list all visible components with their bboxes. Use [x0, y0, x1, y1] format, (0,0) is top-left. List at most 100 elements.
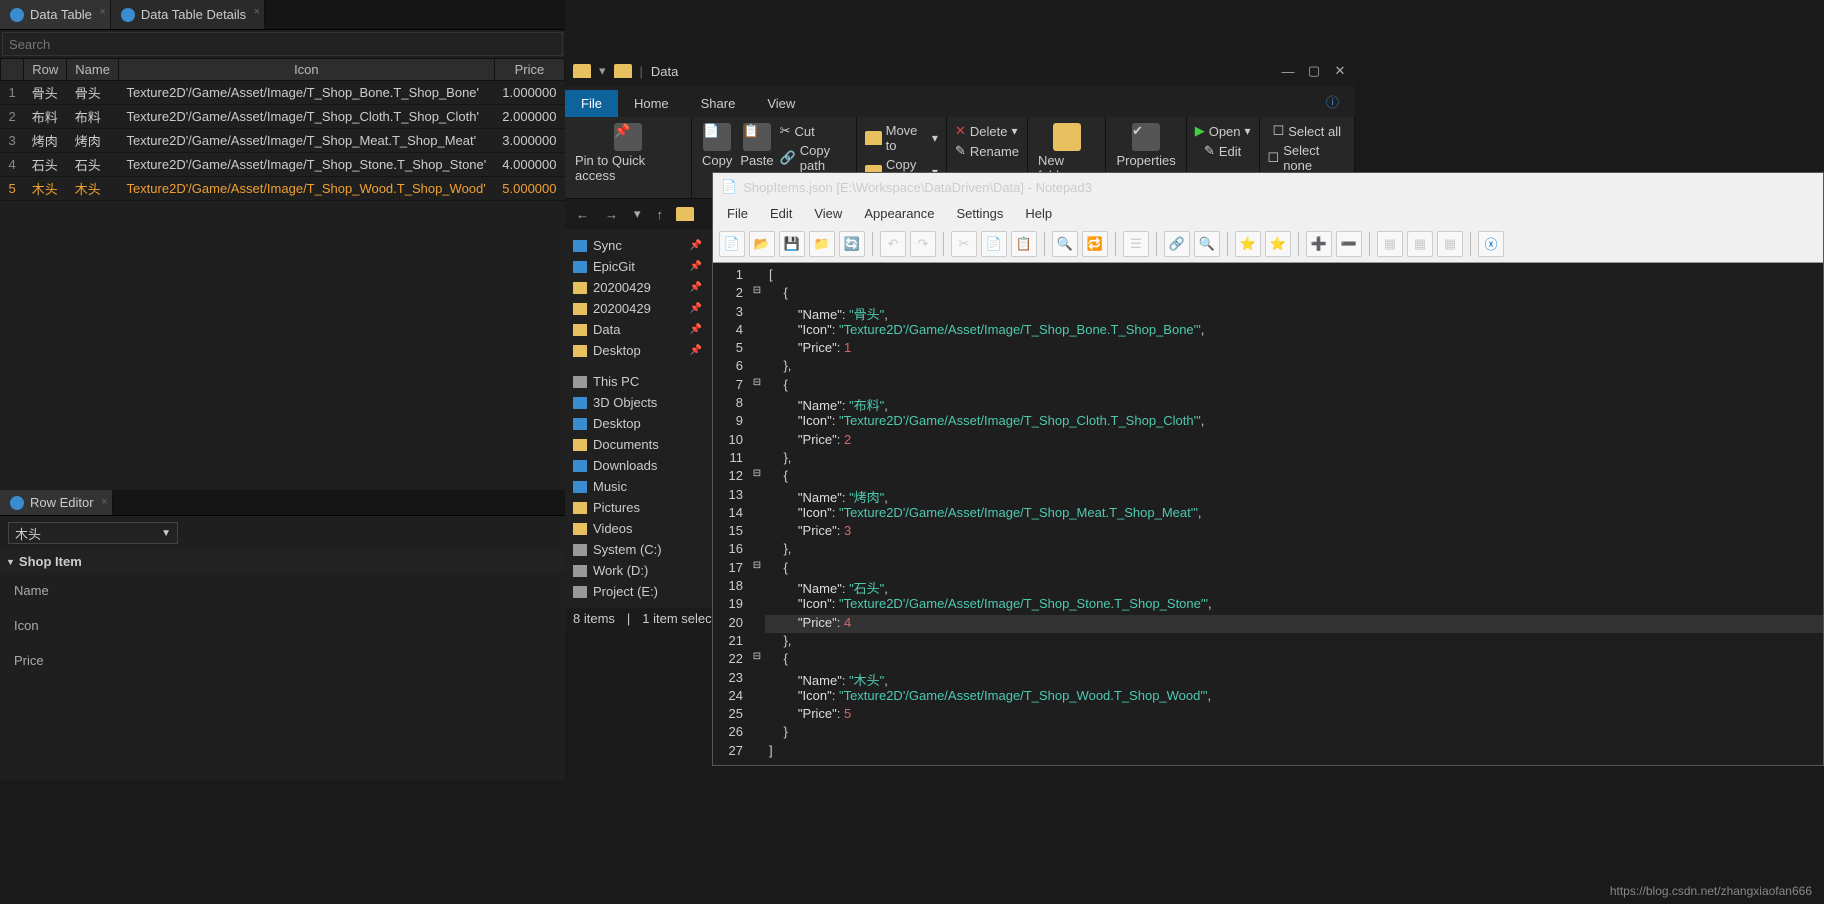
tree-item[interactable]: Pictures [569, 497, 706, 518]
select-none-button[interactable]: ☐Select none [1266, 141, 1348, 175]
paste-icon[interactable]: 📋 [1011, 231, 1037, 257]
tree-item[interactable]: Documents [569, 434, 706, 455]
fold-column[interactable]: ⊟⊟⊟⊟⊟ [749, 263, 765, 765]
menu-file[interactable]: File [565, 90, 618, 117]
close-icon[interactable]: × [99, 6, 105, 18]
pin-icon[interactable]: 📌 [690, 261, 702, 272]
scheme-icon[interactable]: 🔗 [1164, 231, 1190, 257]
tool-a-icon[interactable]: ▦ [1377, 231, 1403, 257]
tool-b-icon[interactable]: ▦ [1407, 231, 1433, 257]
pin-icon[interactable]: 📌 [690, 345, 702, 356]
code-editor[interactable]: 1234567891011121314151617181920212223242… [713, 263, 1823, 765]
menu-view[interactable]: View [751, 90, 811, 117]
source[interactable]: [ { "Name": "骨头", "Icon": "Texture2D'/Ga… [765, 263, 1823, 765]
pin-icon[interactable]: 📌 [690, 324, 702, 335]
table-row[interactable]: 3烤肉烤肉Texture2D'/Game/Asset/Image/T_Shop_… [1, 129, 565, 153]
save-icon[interactable]: 💾 [779, 231, 805, 257]
menu-file[interactable]: File [717, 204, 758, 223]
menu-view[interactable]: View [804, 204, 852, 223]
properties-button[interactable]: ✔Properties [1112, 121, 1179, 170]
menu-home[interactable]: Home [618, 90, 685, 117]
table-row[interactable]: 4石头石头Texture2D'/Game/Asset/Image/T_Shop_… [1, 153, 565, 177]
col-index[interactable] [1, 59, 24, 81]
undo-icon[interactable]: ↶ [880, 231, 906, 257]
open-button[interactable]: ▶Open ▾ [1193, 121, 1253, 141]
maximize-icon[interactable]: ▢ [1307, 64, 1321, 78]
menu-appearance[interactable]: Appearance [854, 204, 944, 223]
close-tool-icon[interactable]: ⓧ [1478, 231, 1504, 257]
close-icon[interactable]: ✕ [1333, 64, 1347, 78]
bookmark-icon[interactable]: ⭐ [1235, 231, 1261, 257]
search-input[interactable] [2, 32, 563, 56]
menu-help[interactable]: Help [1015, 204, 1062, 223]
tree-item[interactable]: Sync📌 [569, 235, 706, 256]
tree-item[interactable]: Downloads [569, 455, 706, 476]
pin-button[interactable]: 📌Pin to Quick access [571, 121, 685, 185]
tool-c-icon[interactable]: ▦ [1437, 231, 1463, 257]
copy-icon[interactable]: 📄 [981, 231, 1007, 257]
delete-button[interactable]: ✕Delete ▾ [953, 121, 1021, 141]
close-icon[interactable]: × [254, 6, 260, 18]
tree-item[interactable]: This PC [569, 371, 706, 392]
col-price[interactable]: Price [494, 59, 564, 81]
tree-item[interactable]: Project (E:) [569, 581, 706, 602]
tab-data-table-details[interactable]: Data Table Details× [111, 0, 265, 29]
reload-icon[interactable]: 🔄 [839, 231, 865, 257]
close-icon[interactable]: × [101, 496, 107, 508]
cut-icon[interactable]: ✂ [951, 231, 977, 257]
menu-share[interactable]: Share [685, 90, 752, 117]
copy-path-button[interactable]: 🔗Copy path [778, 141, 851, 175]
up-icon[interactable]: ↑ [654, 207, 667, 222]
pin-icon[interactable]: 📌 [690, 240, 702, 251]
tab-row-editor[interactable]: Row Editor× [0, 490, 113, 515]
tree-item[interactable]: Desktop📌 [569, 340, 706, 361]
row-dropdown[interactable]: 木头▼ [8, 522, 178, 544]
cut-button[interactable]: ✂Cut [778, 121, 851, 141]
redo-icon[interactable]: ↷ [910, 231, 936, 257]
menu-settings[interactable]: Settings [946, 204, 1013, 223]
zoomin2-icon[interactable]: ➕ [1306, 231, 1332, 257]
tree-item[interactable]: Data📌 [569, 319, 706, 340]
tree-item[interactable]: Music [569, 476, 706, 497]
forward-icon[interactable]: → [602, 207, 621, 222]
tab-data-table[interactable]: Data Table× [0, 0, 111, 29]
tree-item[interactable]: Videos [569, 518, 706, 539]
new-icon[interactable]: 📄 [719, 231, 745, 257]
col-name[interactable]: Name [67, 59, 119, 81]
open-icon[interactable]: 📂 [749, 231, 775, 257]
saveas-icon[interactable]: 📁 [809, 231, 835, 257]
tree-item[interactable]: 20200429📌 [569, 298, 706, 319]
pin-icon[interactable]: 📌 [690, 282, 702, 293]
tree-item[interactable]: Work (D:) [569, 560, 706, 581]
tree-item[interactable]: 20200429📌 [569, 277, 706, 298]
menu-edit[interactable]: Edit [760, 204, 802, 223]
zoomout-icon[interactable]: ➖ [1336, 231, 1362, 257]
find-icon[interactable]: 🔍 [1052, 231, 1078, 257]
table-row[interactable]: 2布料布料Texture2D'/Game/Asset/Image/T_Shop_… [1, 105, 565, 129]
col-icon[interactable]: Icon [118, 59, 494, 81]
rename-button[interactable]: ✎Rename [953, 141, 1021, 161]
minimize-icon[interactable]: — [1281, 64, 1295, 78]
edit-button[interactable]: ✎Edit [1202, 141, 1243, 161]
pin-icon[interactable]: 📌 [690, 303, 702, 314]
tree-item[interactable]: Desktop [569, 413, 706, 434]
paste-button[interactable]: 📋Paste [736, 121, 777, 175]
copy-button[interactable]: 📄Copy [698, 121, 736, 175]
section-shop-item[interactable]: ▼Shop Item [0, 550, 565, 573]
tree-item[interactable]: EpicGit📌 [569, 256, 706, 277]
qat-icon[interactable]: ▾ [599, 63, 606, 79]
select-all-button[interactable]: ☐Select all [1271, 121, 1343, 141]
table-row[interactable]: 5木头木头Texture2D'/Game/Asset/Image/T_Shop_… [1, 177, 565, 201]
history-icon[interactable]: ▾ [631, 206, 644, 222]
bookmark-add-icon[interactable]: ⭐ [1265, 231, 1291, 257]
back-icon[interactable]: ← [573, 207, 592, 222]
tree-item[interactable]: 3D Objects [569, 392, 706, 413]
col-row[interactable]: Row [24, 59, 67, 81]
help-icon[interactable]: ⓘ [1310, 86, 1355, 117]
zoomin-icon[interactable]: 🔍 [1194, 231, 1220, 257]
table-row[interactable]: 1骨头骨头Texture2D'/Game/Asset/Image/T_Shop_… [1, 81, 565, 105]
tree-item[interactable]: System (C:) [569, 539, 706, 560]
moveto-button[interactable]: Move to ▾ [863, 121, 940, 155]
wrap-icon[interactable]: ☰ [1123, 231, 1149, 257]
replace-icon[interactable]: 🔁 [1082, 231, 1108, 257]
